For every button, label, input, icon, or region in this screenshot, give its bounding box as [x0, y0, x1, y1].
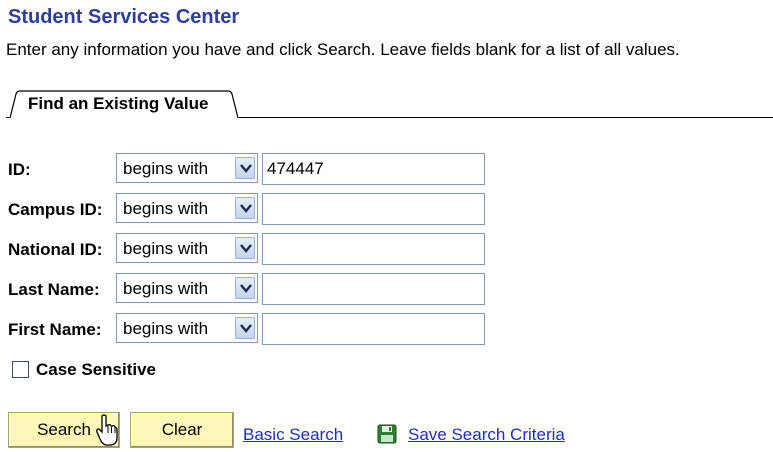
- tab-find-existing-value[interactable]: Find an Existing Value: [10, 90, 238, 119]
- chevron-down-icon[interactable]: [235, 277, 255, 299]
- chevron-down-icon[interactable]: [235, 197, 255, 219]
- first-name-operator-select[interactable]: begins with: [116, 313, 258, 343]
- chevron-down-icon[interactable]: [235, 317, 255, 339]
- campus-id-operator-value: begins with: [123, 199, 209, 218]
- clear-button[interactable]: Clear: [130, 412, 234, 448]
- instructions-text: Enter any information you have and click…: [6, 40, 680, 59]
- campus-id-label: Campus ID:: [8, 200, 103, 219]
- id-operator-select[interactable]: begins with: [116, 153, 258, 183]
- campus-id-operator-select[interactable]: begins with: [116, 193, 258, 223]
- id-input[interactable]: [262, 153, 485, 185]
- last-name-operator-select[interactable]: begins with: [116, 273, 258, 303]
- case-sensitive-checkbox[interactable]: [12, 361, 29, 378]
- chevron-down-icon[interactable]: [235, 157, 255, 179]
- first-name-operator-value: begins with: [123, 319, 209, 338]
- national-id-label: National ID:: [8, 240, 103, 259]
- last-name-label: Last Name:: [8, 280, 100, 299]
- chevron-down-icon[interactable]: [235, 237, 255, 259]
- first-name-label: First Name:: [8, 320, 102, 339]
- last-name-input[interactable]: [262, 273, 485, 305]
- case-sensitive-label[interactable]: Case Sensitive: [36, 360, 156, 380]
- save-search-criteria-link[interactable]: Save Search Criteria: [408, 425, 565, 445]
- id-operator-value: begins with: [123, 159, 209, 178]
- campus-id-input[interactable]: [262, 193, 485, 225]
- page-title: Student Services Center: [8, 6, 240, 28]
- tab-label: Find an Existing Value: [28, 94, 209, 113]
- first-name-input[interactable]: [262, 313, 485, 345]
- id-label: ID:: [8, 160, 31, 179]
- save-disk-icon[interactable]: [377, 424, 397, 444]
- hand-pointer-icon: [96, 414, 118, 451]
- basic-search-link[interactable]: Basic Search: [243, 425, 343, 445]
- national-id-operator-select[interactable]: begins with: [116, 233, 258, 263]
- national-id-input[interactable]: [262, 233, 485, 265]
- last-name-operator-value: begins with: [123, 279, 209, 298]
- national-id-operator-value: begins with: [123, 239, 209, 258]
